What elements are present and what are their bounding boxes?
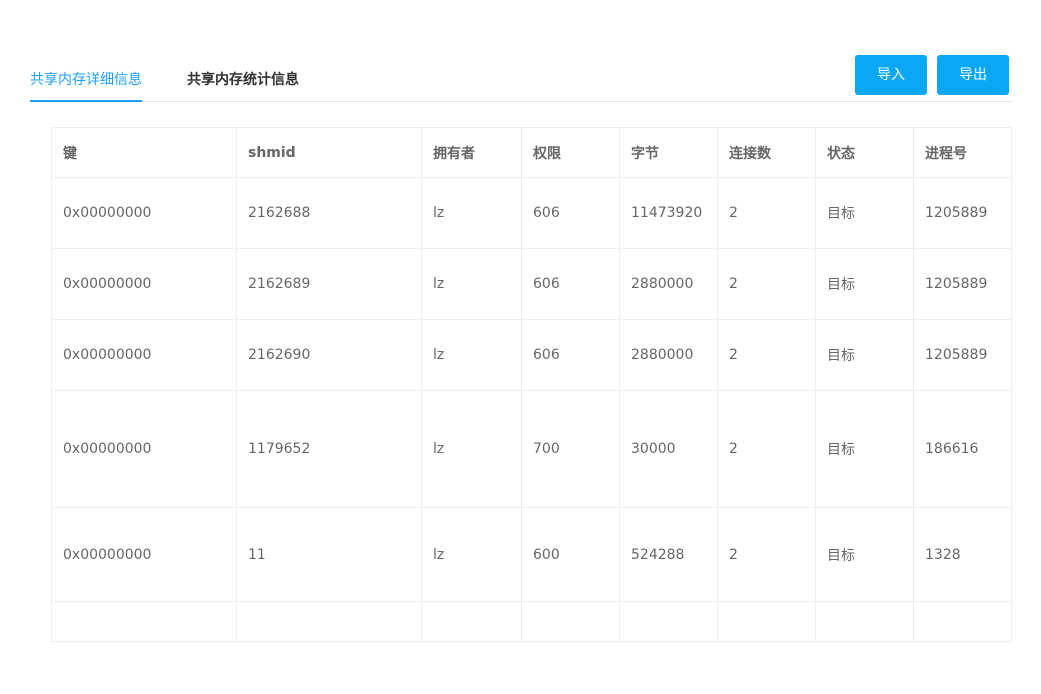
cell-bytes: 2880000: [619, 248, 718, 320]
cell-pid: 1205889: [913, 177, 1012, 249]
cell-bytes: 524288: [619, 507, 718, 602]
cell-shmid: 2162690: [236, 319, 422, 391]
cell-bytes: 2880000: [619, 319, 718, 391]
cell-status: 目标: [815, 248, 914, 320]
table-row: 0x00000000 2162690 lz 606 2880000 2 目标 1…: [51, 319, 1012, 391]
tab-shm-detail[interactable]: 共享内存详细信息: [30, 60, 142, 102]
cell-status: 目标: [815, 390, 914, 508]
table-row-empty: [51, 601, 1012, 642]
tab-shm-stats[interactable]: 共享内存统计信息: [187, 60, 299, 101]
cell-perms: 600: [521, 507, 620, 602]
cell-nattch: 2: [717, 319, 816, 391]
cell-shmid: 2162689: [236, 248, 422, 320]
cell-perms: [521, 601, 620, 642]
cell-owner: lz: [421, 390, 522, 508]
cell-nattch: 2: [717, 248, 816, 320]
cell-key: 0x00000000: [51, 248, 237, 320]
cell-pid: [913, 601, 1012, 642]
cell-nattch: [717, 601, 816, 642]
cell-owner: lz: [421, 507, 522, 602]
cell-perms: 606: [521, 177, 620, 249]
import-button[interactable]: 导入: [855, 55, 927, 95]
cell-nattch: 2: [717, 507, 816, 602]
col-header-key: 键: [51, 127, 237, 178]
cell-perms: 606: [521, 319, 620, 391]
table-row: 0x00000000 1179652 lz 700 30000 2 目标 186…: [51, 390, 1012, 508]
cell-perms: 606: [521, 248, 620, 320]
cell-nattch: 2: [717, 390, 816, 508]
table-row: 0x00000000 2162689 lz 606 2880000 2 目标 1…: [51, 248, 1012, 320]
col-header-shmid: shmid: [236, 127, 422, 178]
col-header-status: 状态: [815, 127, 914, 178]
cell-status: 目标: [815, 507, 914, 602]
cell-shmid: [236, 601, 422, 642]
cell-key: 0x00000000: [51, 177, 237, 249]
table-row: 0x00000000 2162688 lz 606 11473920 2 目标 …: [51, 177, 1012, 249]
cell-status: 目标: [815, 177, 914, 249]
cell-status: [815, 601, 914, 642]
cell-key: 0x00000000: [51, 390, 237, 508]
shm-table: 键 shmid 拥有者 权限 字节 连接数 状态 进程号 0x00000000 …: [51, 127, 1012, 642]
cell-owner: lz: [421, 177, 522, 249]
cell-bytes: [619, 601, 718, 642]
cell-bytes: 30000: [619, 390, 718, 508]
cell-owner: lz: [421, 248, 522, 320]
cell-pid: 1328: [913, 507, 1012, 602]
cell-shmid: 11: [236, 507, 422, 602]
cell-owner: lz: [421, 319, 522, 391]
cell-pid: 186616: [913, 390, 1012, 508]
cell-key: [51, 601, 237, 642]
cell-owner: [421, 601, 522, 642]
table-header-row: 键 shmid 拥有者 权限 字节 连接数 状态 进程号: [51, 127, 1012, 178]
cell-shmid: 2162688: [236, 177, 422, 249]
col-header-bytes: 字节: [619, 127, 718, 178]
cell-key: 0x00000000: [51, 319, 237, 391]
cell-pid: 1205889: [913, 319, 1012, 391]
export-button[interactable]: 导出: [937, 55, 1009, 95]
cell-status: 目标: [815, 319, 914, 391]
cell-key: 0x00000000: [51, 507, 237, 602]
table-row: 0x00000000 11 lz 600 524288 2 目标 1328: [51, 507, 1012, 602]
cell-bytes: 11473920: [619, 177, 718, 249]
cell-nattch: 2: [717, 177, 816, 249]
col-header-owner: 拥有者: [421, 127, 522, 178]
col-header-perms: 权限: [521, 127, 620, 178]
cell-shmid: 1179652: [236, 390, 422, 508]
col-header-pid: 进程号: [913, 127, 1012, 178]
cell-pid: 1205889: [913, 248, 1012, 320]
col-header-nattch: 连接数: [717, 127, 816, 178]
cell-perms: 700: [521, 390, 620, 508]
